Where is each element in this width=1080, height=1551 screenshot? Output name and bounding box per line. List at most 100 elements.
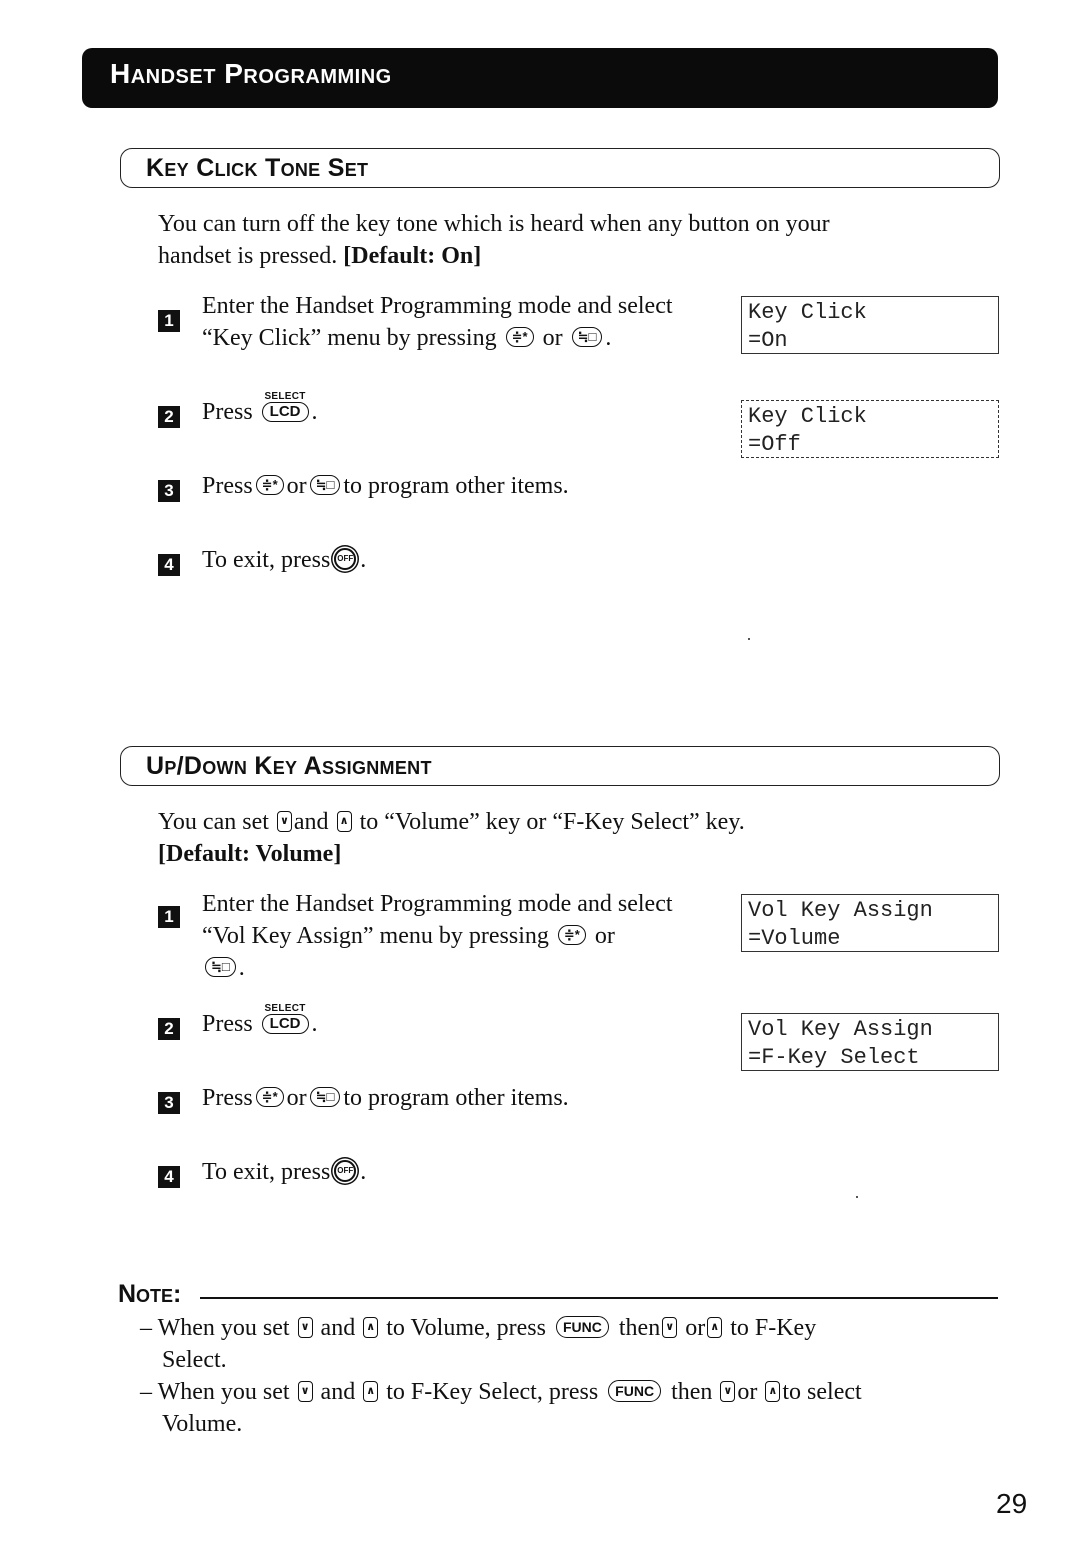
period: .	[238, 955, 245, 981]
select-lcd-key-icon: SELECT LCD	[261, 391, 309, 423]
step-line: Enter the Handset Programming mode and s…	[202, 891, 673, 917]
section-title-up-down: Up/Down Key Assignment	[146, 752, 432, 780]
lcd-label: LCD	[261, 1014, 309, 1035]
step-text: Press SELECT LCD.	[202, 1004, 318, 1040]
note-text: When you set	[157, 1379, 290, 1405]
page-number: 29	[996, 1488, 1028, 1519]
note-text: or	[737, 1379, 758, 1405]
step-text: To exit, press OFF.	[202, 544, 366, 576]
or-text: or	[594, 923, 615, 949]
step-text: To exit, press OFF.	[202, 1156, 366, 1188]
step-number: 1	[158, 906, 180, 928]
note-text: Select.	[162, 1347, 227, 1373]
note-text: to Volume, press	[386, 1315, 546, 1341]
down-hash-key-icon: ≒□	[571, 327, 603, 348]
step-line: to program other items.	[343, 473, 569, 499]
note-text: When you set	[157, 1315, 290, 1341]
note-text: to F-Key Select, press	[386, 1379, 599, 1405]
up-star-key-icon: ≑*	[255, 475, 284, 496]
select-label: SELECT	[264, 1003, 306, 1015]
or-text: or	[286, 1085, 307, 1111]
step-number: 2	[158, 1018, 180, 1040]
down-arrow-key-icon: ∨	[276, 810, 292, 832]
default-label: [Default: Volume]	[158, 841, 342, 867]
down-arrow-key-icon: ∨	[720, 1380, 736, 1402]
note-text: then	[671, 1379, 713, 1405]
intro-line: and	[293, 809, 329, 835]
lcd-line: Vol Key Assign	[748, 898, 933, 923]
section-intro-key-click: You can turn off the key tone which is h…	[158, 208, 830, 272]
note-item: – When you set ∨ and ∧ to F-Key Select, …	[140, 1376, 1020, 1440]
func-key-icon: FUNC	[556, 1316, 609, 1339]
default-label: [Default: On]	[343, 243, 482, 269]
func-key-icon: FUNC	[608, 1380, 662, 1403]
lcd-line: =On	[748, 328, 788, 353]
step-line: Press	[202, 399, 253, 425]
period: .	[605, 325, 612, 351]
step-text: Enter the Handset Programming mode and s…	[202, 888, 673, 984]
note-item: – When you set ∨ and ∧ to Volume, press …	[140, 1312, 1000, 1376]
note-text: Volume.	[162, 1411, 243, 1437]
up-star-key-icon: ≑*	[557, 925, 586, 946]
up-star-key-icon: ≑*	[505, 327, 534, 348]
section-title-key-click: Key Click Tone Set	[146, 154, 369, 182]
up-arrow-key-icon: ∧	[765, 1380, 781, 1402]
select-lcd-key-icon: SELECT LCD	[261, 1003, 309, 1035]
step-number: 4	[158, 1166, 180, 1188]
select-label: SELECT	[264, 391, 306, 403]
step-text: Press ≑* or ≒□ to program other items.	[202, 470, 569, 502]
lcd-display: Vol Key Assign =F-Key Select	[741, 1013, 999, 1071]
intro-line: to “Volume” key or “F-Key Select” key.	[359, 809, 745, 835]
lcd-display: Key Click =Off	[741, 400, 999, 458]
bullet-dash: –	[140, 1315, 152, 1341]
up-arrow-key-icon: ∧	[336, 810, 352, 832]
step-line: “Vol Key Assign” menu by pressing	[202, 923, 549, 949]
note-text: and	[320, 1379, 356, 1405]
or-text: or	[542, 325, 563, 351]
period: .	[311, 399, 318, 425]
step-number: 3	[158, 1092, 180, 1114]
down-hash-key-icon: ≒□	[309, 1087, 341, 1108]
up-star-key-icon: ≑*	[255, 1087, 284, 1108]
note-text: and	[320, 1315, 356, 1341]
up-arrow-key-icon: ∧	[707, 1316, 723, 1338]
lcd-display: Vol Key Assign =Volume	[741, 894, 999, 952]
period: .	[311, 1011, 318, 1037]
note-text: to select	[782, 1379, 862, 1405]
off-key-icon: OFF	[334, 1160, 357, 1183]
note-text: to F-Key	[730, 1315, 817, 1341]
step-line: Enter the Handset Programming mode and s…	[202, 293, 673, 319]
step-line: Press	[202, 1011, 253, 1037]
lcd-line: =F-Key Select	[748, 1045, 920, 1070]
down-hash-key-icon: ≒□	[205, 957, 236, 978]
down-arrow-key-icon: ∨	[297, 1316, 313, 1338]
step-number: 2	[158, 406, 180, 428]
lcd-line: Key Click	[748, 300, 867, 325]
period: .	[360, 1159, 367, 1185]
page-title: Handset Programming	[110, 58, 392, 89]
step-text: Enter the Handset Programming mode and s…	[202, 290, 673, 354]
bullet-dash: –	[140, 1379, 152, 1405]
lcd-line: =Volume	[748, 926, 841, 951]
step-number: 4	[158, 554, 180, 576]
off-key-icon: OFF	[334, 548, 357, 571]
period: .	[360, 547, 367, 573]
note-text: or	[685, 1315, 706, 1341]
lcd-line: Vol Key Assign	[748, 1017, 933, 1042]
scan-speck	[856, 1196, 858, 1198]
or-text: or	[286, 473, 307, 499]
section-intro-up-down: You can set ∨ and ∧ to “Volume” key or “F…	[158, 806, 745, 870]
step-number: 3	[158, 480, 180, 502]
lcd-line: =Off	[748, 432, 801, 457]
note-text: then	[618, 1315, 661, 1341]
step-line: Press	[202, 1085, 253, 1111]
down-arrow-key-icon: ∨	[297, 1380, 313, 1402]
up-arrow-key-icon: ∧	[363, 1380, 379, 1402]
step-number: 1	[158, 310, 180, 332]
note-divider	[200, 1297, 998, 1299]
lcd-label: LCD	[261, 402, 309, 423]
scan-speck	[748, 638, 750, 640]
intro-line: You can turn off the key tone which is h…	[158, 211, 830, 237]
step-line: to program other items.	[343, 1085, 569, 1111]
step-line: Press	[202, 473, 253, 499]
